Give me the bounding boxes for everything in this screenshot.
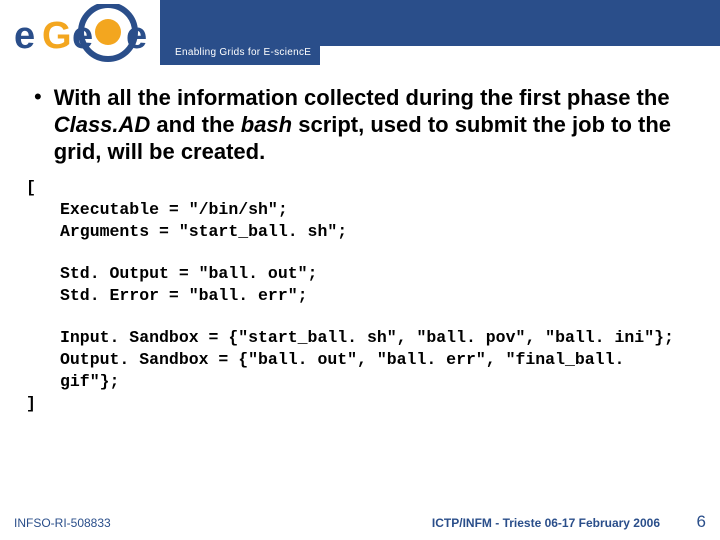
bullet-marker: • [34,84,42,110]
code-line: Output. Sandbox = {"ball. out", "ball. e… [60,349,692,393]
code-bracket-open: [ [26,177,692,199]
code-line: Input. Sandbox = {"start_ball. sh", "bal… [60,327,692,349]
code-bracket-close: ] [26,393,692,415]
code-line: Executable = "/bin/sh"; [60,199,692,221]
slide-header: Enabling Grids for E-sciencE e G e e [0,0,720,66]
slide: Enabling Grids for E-sciencE e G e e • W… [0,0,720,540]
code-spacer [26,243,692,263]
svg-text:G: G [42,15,72,57]
slide-footer: INFSO-RI-508833 ICTP/INFM - Trieste 06-1… [0,510,720,534]
bullet-mid: and the [150,112,240,137]
svg-text:e: e [72,15,93,57]
footer-center: ICTP/INFM - Trieste 06-17 February 2006 [432,516,660,530]
slide-body: • With all the information collected dur… [28,84,692,415]
code-spacer [26,307,692,327]
code-line: Std. Output = "ball. out"; [60,263,692,285]
tagline-text: Enabling Grids for E-sciencE [175,47,311,58]
code-line: Arguments = "start_ball. sh"; [60,221,692,243]
bullet-em1: Class.AD [54,112,151,137]
egee-logo: e G e e [8,4,158,64]
bullet-item: • With all the information collected dur… [28,84,692,165]
svg-text:e: e [126,15,147,57]
code-line: Std. Error = "ball. err"; [60,285,692,307]
header-band [160,0,720,46]
page-number: 6 [697,512,706,532]
footer-left: INFSO-RI-508833 [14,516,111,530]
svg-text:e: e [14,15,35,57]
bullet-em2: bash [241,112,292,137]
code-block: [ Executable = "/bin/sh"; Arguments = "s… [26,177,692,415]
bullet-text: With all the information collected durin… [54,84,692,165]
bullet-pre: With all the information collected durin… [54,85,670,110]
